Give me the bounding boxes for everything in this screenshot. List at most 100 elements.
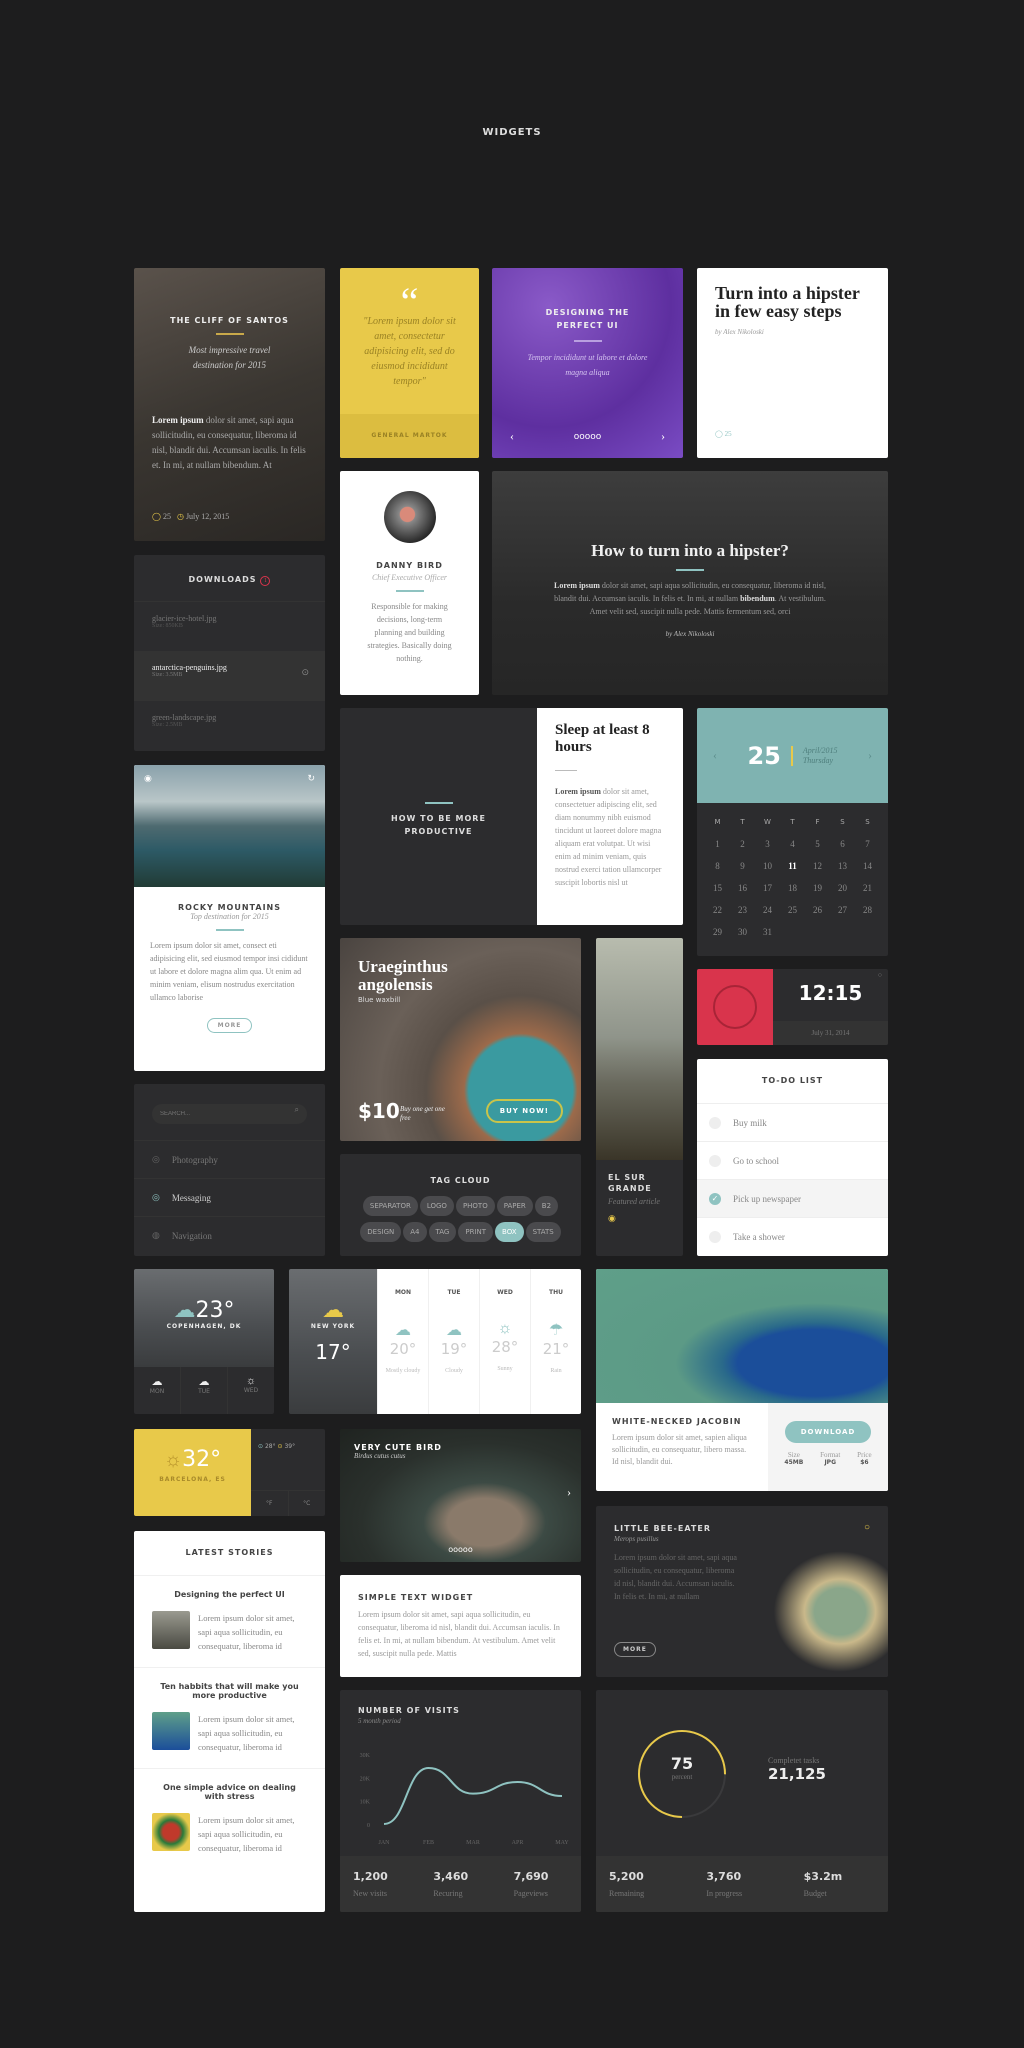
condition: Rain	[550, 1368, 562, 1374]
calendar-day[interactable]: 4	[780, 833, 805, 855]
celsius-toggle[interactable]: °C	[287, 1491, 326, 1516]
calendar-day[interactable]: 27	[830, 899, 855, 921]
high-icon: ⊙	[277, 1443, 283, 1450]
todo-label: Take a shower	[733, 1231, 785, 1242]
fahrenheit-toggle[interactable]: °F	[251, 1491, 288, 1516]
story-item[interactable]: Ten habbits that will make you more prod…	[134, 1667, 325, 1768]
todo-label: Buy milk	[733, 1117, 767, 1128]
calendar-day[interactable]: 10	[755, 855, 780, 877]
calendar-day[interactable]: 8	[705, 855, 730, 877]
tag[interactable]: STATS	[525, 1222, 561, 1242]
productive-card[interactable]: HOW TO BE MORE PRODUCTIVE Sleep at least…	[340, 708, 683, 925]
menu-item[interactable]: ◎ Messaging	[134, 1178, 325, 1216]
tag[interactable]: SEPARATOR	[362, 1196, 418, 1216]
file-name: glacier-ice-hotel.jpg	[152, 614, 217, 623]
location-icon[interactable]: ◉	[144, 773, 152, 784]
calendar-day[interactable]: 18	[780, 877, 805, 899]
calendar-day[interactable]: 2	[730, 833, 755, 855]
next-arrow-icon[interactable]: ›	[567, 1485, 571, 1500]
article-card[interactable]: Turn into a hipster in few easy steps by…	[697, 268, 888, 458]
calendar-day[interactable]: 12	[805, 855, 830, 877]
checked-icon[interactable]: ✓	[709, 1192, 721, 1205]
alarm-icon[interactable]: ○	[878, 971, 882, 979]
calendar-day[interactable]: 19	[805, 877, 830, 899]
bird-subtitle: Merops pusillus	[614, 1535, 659, 1543]
cliff-card[interactable]: THE CLIFF OF SANTOS Most impressive trav…	[134, 268, 325, 541]
calendar-day[interactable]: 3	[755, 833, 780, 855]
tag[interactable]: DESIGN	[360, 1222, 402, 1242]
tag[interactable]: B2	[534, 1196, 559, 1216]
calendar-day[interactable]: 31	[755, 921, 780, 943]
calendar-day[interactable]: 25	[780, 899, 805, 921]
menu-item[interactable]: ◍ Navigation	[134, 1216, 325, 1254]
story-item[interactable]: One simple advice on dealing with stress…	[134, 1768, 325, 1869]
slider-dots[interactable]: ooooo	[492, 432, 683, 442]
product-price: $10	[358, 1099, 400, 1123]
message-icon: ◎	[152, 1192, 160, 1202]
download-button[interactable]: DOWNLOAD	[784, 1421, 872, 1443]
menu-item[interactable]: ◎ Photography	[134, 1140, 325, 1178]
calendar-day[interactable]: 24	[755, 899, 780, 921]
calendar-day[interactable]: 20	[830, 877, 855, 899]
calendar-day[interactable]: 30	[730, 921, 755, 943]
featured-article-card[interactable]: EL SUR GRANDE Featured article ◉	[596, 938, 683, 1256]
tag[interactable]: PAPER	[496, 1196, 533, 1216]
hero-article-card[interactable]: How to turn into a hipster? Lorem ipsum …	[492, 471, 888, 695]
downloads-badge: 1	[260, 576, 271, 586]
todo-item[interactable]: Take a shower	[697, 1217, 888, 1255]
tasks-label: Completet tasks	[768, 1756, 820, 1765]
checkbox[interactable]	[709, 1230, 721, 1243]
clock-icon	[713, 985, 757, 1029]
calendar-day[interactable]: 1	[705, 833, 730, 855]
checkbox[interactable]	[709, 1116, 721, 1129]
calendar-day[interactable]: 13	[830, 855, 855, 877]
tag[interactable]: A4	[403, 1222, 427, 1242]
next-arrow-icon[interactable]: ›	[661, 429, 665, 444]
favorite-icon[interactable]: ○	[864, 1522, 870, 1533]
calendar-day[interactable]: 16	[730, 877, 755, 899]
stat-label: New visits	[353, 1889, 387, 1898]
story-item[interactable]: Designing the perfect UI Lorem ipsum dolo…	[134, 1575, 325, 1667]
share-icon[interactable]: ↻	[307, 773, 315, 784]
tag[interactable]: PHOTO	[455, 1196, 495, 1216]
next-month-icon[interactable]: ›	[868, 748, 872, 763]
meta-value: 45MB	[784, 1459, 804, 1466]
file-size: Size: 850KB	[152, 623, 183, 629]
more-button[interactable]: MORE	[614, 1642, 656, 1657]
calendar-day[interactable]: 14	[855, 855, 880, 877]
todo-item[interactable]: Go to school	[697, 1141, 888, 1179]
search-input[interactable]	[152, 1104, 307, 1124]
calendar-day[interactable]: 5	[805, 833, 830, 855]
calendar-day[interactable]: 6	[830, 833, 855, 855]
tag[interactable]: LOGO	[419, 1196, 454, 1216]
download-icon[interactable]: ⊙	[301, 667, 309, 678]
stat-label: Remaining	[609, 1889, 645, 1898]
more-button[interactable]: MORE	[206, 1018, 253, 1033]
calendar-day[interactable]: 15	[705, 877, 730, 899]
tag[interactable]: BOX	[495, 1222, 524, 1242]
checkbox[interactable]	[709, 1154, 721, 1167]
calendar-day[interactable]: 9	[730, 855, 755, 877]
calendar-day[interactable]: 21	[855, 877, 880, 899]
slider-dots[interactable]: ooooo	[340, 1545, 581, 1554]
calendar-day[interactable]: 17	[755, 877, 780, 899]
prev-month-icon[interactable]: ‹	[713, 748, 717, 763]
calendar-day[interactable]: 7	[855, 833, 880, 855]
camera-icon: ◎	[152, 1154, 160, 1164]
tag[interactable]: TAG	[428, 1222, 457, 1242]
calendar-day[interactable]: 23	[730, 899, 755, 921]
file-item[interactable]: green-landscape.jpg Size: 2.5MB	[134, 701, 325, 751]
calendar-day[interactable]: 29	[705, 921, 730, 943]
calendar-day[interactable]: 28	[855, 899, 880, 921]
tag[interactable]: PRINT	[458, 1222, 494, 1242]
calendar-day[interactable]: 22	[705, 899, 730, 921]
todo-item[interactable]: Buy milk	[697, 1103, 888, 1141]
file-item[interactable]: glacier-ice-hotel.jpg Size: 850KB	[134, 601, 325, 651]
day: TUE	[447, 1289, 461, 1296]
calendar-day[interactable]: 11	[780, 855, 805, 877]
todo-item[interactable]: ✓ Pick up newspaper	[697, 1179, 888, 1217]
search-icon[interactable]: ⌕	[295, 1105, 299, 1115]
file-item-active[interactable]: antarctica-penguins.jpg Size: 3.5MB ⊙	[134, 651, 325, 701]
calendar-day[interactable]: 26	[805, 899, 830, 921]
buy-now-button[interactable]: BUY NOW!	[485, 1099, 563, 1123]
